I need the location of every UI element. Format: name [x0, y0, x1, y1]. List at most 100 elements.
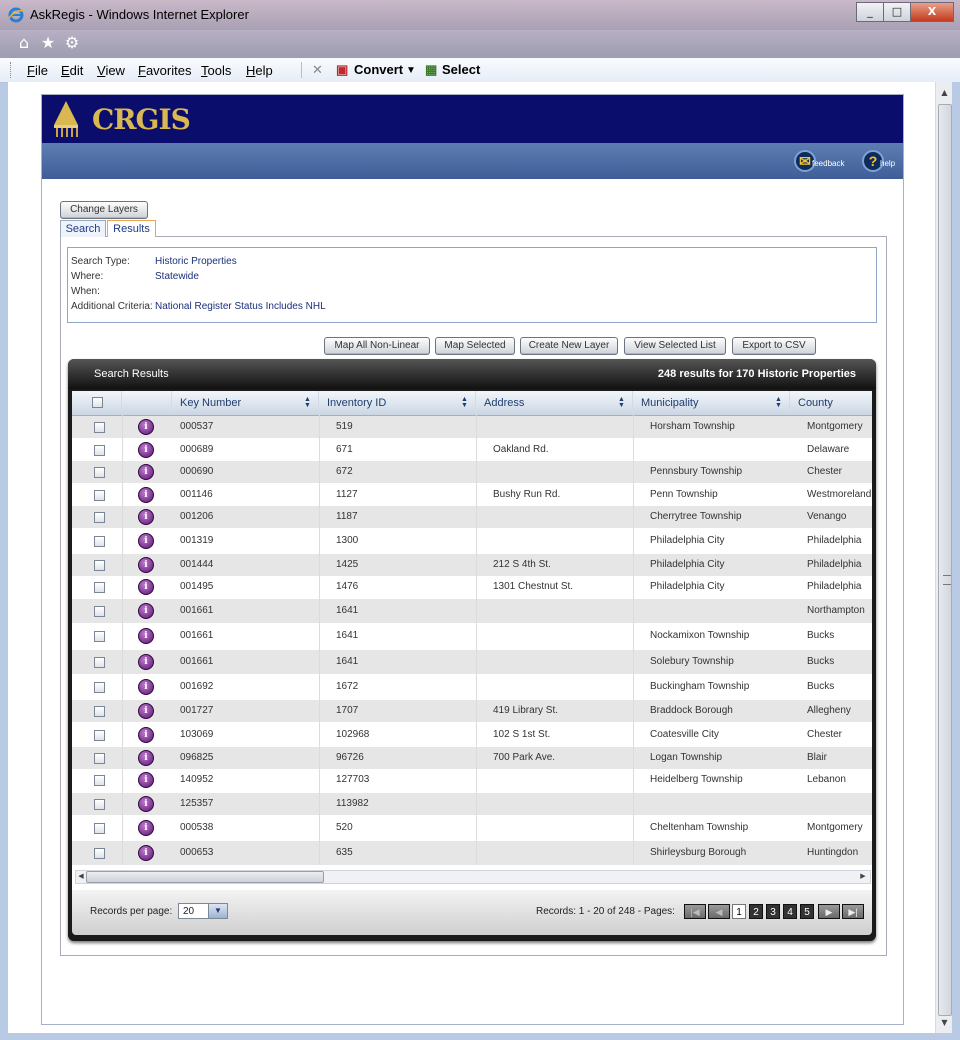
table-row[interactable]: i 140952 127703 Heidelberg Township Lebanon — [72, 769, 872, 791]
info-icon[interactable]: i — [138, 419, 154, 435]
info-icon[interactable]: i — [138, 845, 154, 861]
row-checkbox[interactable] — [94, 798, 105, 810]
info-icon[interactable]: i — [138, 727, 154, 743]
table-row[interactable]: i 001495 1476 1301 Chestnut St. Philadelphia… — [72, 576, 872, 598]
menu-favorites[interactable]: Favorites — [138, 63, 191, 78]
first-page-button[interactable]: |◀ — [684, 904, 706, 919]
row-checkbox[interactable] — [94, 444, 105, 456]
row-checkbox[interactable] — [94, 535, 105, 547]
close-button[interactable]: X — [910, 2, 954, 22]
gear-icon[interactable]: ⚙ — [63, 34, 81, 52]
info-icon[interactable]: i — [138, 679, 154, 695]
column-header-inventory-id[interactable]: Inventory ID ▲ ▼ — [319, 391, 476, 415]
page-3-button[interactable]: 3 — [766, 904, 780, 919]
row-checkbox[interactable] — [94, 630, 105, 642]
vertical-scroll-thumb[interactable] — [938, 104, 952, 1016]
prev-page-button[interactable]: ◀ — [708, 904, 730, 919]
table-row[interactable]: i 001727 1707 419 Library St. Braddock Borou… — [72, 700, 872, 722]
table-row[interactable]: i 001692 1672 Buckingham Township Bucks — [72, 675, 872, 699]
favorites-star-icon[interactable]: ★ — [39, 34, 57, 52]
sort-icon[interactable]: ▲ ▼ — [461, 396, 469, 409]
tab-search[interactable]: Search — [60, 220, 106, 237]
map-selected-button[interactable]: Map Selected — [435, 337, 515, 355]
table-row[interactable]: i 001661 1641 Nockamixon Township Bucks — [72, 624, 872, 648]
row-checkbox[interactable] — [94, 729, 105, 741]
row-checkbox[interactable] — [94, 822, 105, 834]
info-icon[interactable]: i — [138, 442, 154, 458]
info-icon[interactable]: i — [138, 603, 154, 619]
column-header-municipality[interactable]: Municipality ▲ ▼ — [633, 391, 790, 415]
column-header-key-number[interactable]: Key Number ▲ ▼ — [172, 391, 319, 415]
row-checkbox[interactable] — [94, 774, 105, 786]
column-header-address[interactable]: Address ▲ ▼ — [476, 391, 633, 415]
table-row[interactable]: i 001661 1641 Northampton — [72, 599, 872, 623]
table-row[interactable]: i 103069 102968 102 S 1st St. Coatesville Ci… — [72, 724, 872, 746]
help-link[interactable]: ? help — [862, 150, 900, 174]
row-checkbox[interactable] — [94, 421, 105, 433]
sort-icon[interactable]: ▲ ▼ — [304, 396, 312, 409]
close-toolbar-icon[interactable]: ✕ — [312, 62, 323, 78]
last-page-button[interactable]: ▶| — [842, 904, 864, 919]
row-checkbox[interactable] — [94, 847, 105, 859]
table-row[interactable]: i 000690 672 Pennsbury Township Chester — [72, 461, 872, 483]
info-icon[interactable]: i — [138, 628, 154, 644]
minimize-button[interactable]: _ — [856, 2, 884, 22]
row-checkbox[interactable] — [94, 511, 105, 523]
page-4-button[interactable]: 4 — [783, 904, 797, 919]
table-row[interactable]: i 125357 113982 — [72, 793, 872, 815]
table-row[interactable]: i 000538 520 Cheltenham Township Montgomery — [72, 817, 872, 839]
column-header-county[interactable]: County — [790, 391, 872, 415]
maximize-button[interactable]: □ — [883, 2, 911, 22]
menu-edit[interactable]: Edit — [61, 63, 83, 78]
sort-icon[interactable]: ▲ ▼ — [618, 396, 626, 409]
page-1-button[interactable]: 1 — [732, 904, 746, 919]
records-per-page-select[interactable]: 20 ▼ — [178, 903, 228, 919]
select-button[interactable]: Select — [442, 62, 480, 77]
info-icon[interactable]: i — [138, 579, 154, 595]
table-row[interactable]: i 001146 1127 Bushy Run Rd. Penn Township Wes… — [72, 484, 872, 506]
scroll-left-icon[interactable]: ◀ — [76, 871, 86, 881]
info-icon[interactable]: i — [138, 533, 154, 549]
page-5-button[interactable]: 5 — [800, 904, 814, 919]
select-all-checkbox[interactable] — [92, 397, 103, 408]
table-row[interactable]: i 096825 96726 700 Park Ave. Logan Township B… — [72, 747, 872, 769]
info-icon[interactable]: i — [138, 654, 154, 670]
menu-tools[interactable]: Tools — [201, 63, 231, 78]
info-icon[interactable]: i — [138, 464, 154, 480]
scroll-right-icon[interactable]: ▶ — [858, 871, 868, 881]
feedback-link[interactable]: ✉ feedback — [794, 150, 850, 174]
scroll-thumb[interactable] — [86, 871, 324, 883]
menu-view[interactable]: View — [97, 63, 125, 78]
scroll-up-icon[interactable]: ▲ — [936, 84, 953, 101]
info-icon[interactable]: i — [138, 557, 154, 573]
create-new-layer-button[interactable]: Create New Layer — [520, 337, 618, 355]
table-row[interactable]: i 001661 1641 Solebury Township Bucks — [72, 650, 872, 674]
info-icon[interactable]: i — [138, 750, 154, 766]
info-icon[interactable]: i — [138, 820, 154, 836]
row-checkbox[interactable] — [94, 581, 105, 593]
chevron-down-icon[interactable]: ▼ — [208, 904, 227, 918]
sort-icon[interactable]: ▲ ▼ — [775, 396, 783, 409]
info-icon[interactable]: i — [138, 509, 154, 525]
info-icon[interactable]: i — [138, 772, 154, 788]
row-checkbox[interactable] — [94, 489, 105, 501]
convert-button[interactable]: Convert — [354, 62, 403, 77]
table-row[interactable]: i 001319 1300 Philadelphia City Philadelphia — [72, 529, 872, 553]
table-row[interactable]: i 001444 1425 212 S 4th St. Philadelphia Cit… — [72, 554, 872, 576]
row-checkbox[interactable] — [94, 752, 105, 764]
page-2-button[interactable]: 2 — [749, 904, 763, 919]
menu-file[interactable]: File — [27, 63, 48, 78]
info-icon[interactable]: i — [138, 703, 154, 719]
change-layers-button[interactable]: Change Layers — [60, 201, 148, 219]
table-row[interactable]: i 000689 671 Oakland Rd. Delaware — [72, 439, 872, 461]
convert-dropdown-icon[interactable]: ▼ — [406, 65, 416, 76]
view-selected-list-button[interactable]: View Selected List — [624, 337, 726, 355]
row-checkbox[interactable] — [94, 605, 105, 617]
table-row[interactable]: i 001206 1187 Cherrytree Township Venango — [72, 506, 872, 528]
export-to-csv-button[interactable]: Export to CSV — [732, 337, 816, 355]
map-all-non-linear-button[interactable]: Map All Non-Linear — [324, 337, 430, 355]
row-checkbox[interactable] — [94, 559, 105, 571]
tab-results[interactable]: Results — [107, 220, 156, 237]
row-checkbox[interactable] — [94, 466, 105, 478]
horizontal-scrollbar[interactable]: ◀ ▶ — [72, 865, 872, 890]
